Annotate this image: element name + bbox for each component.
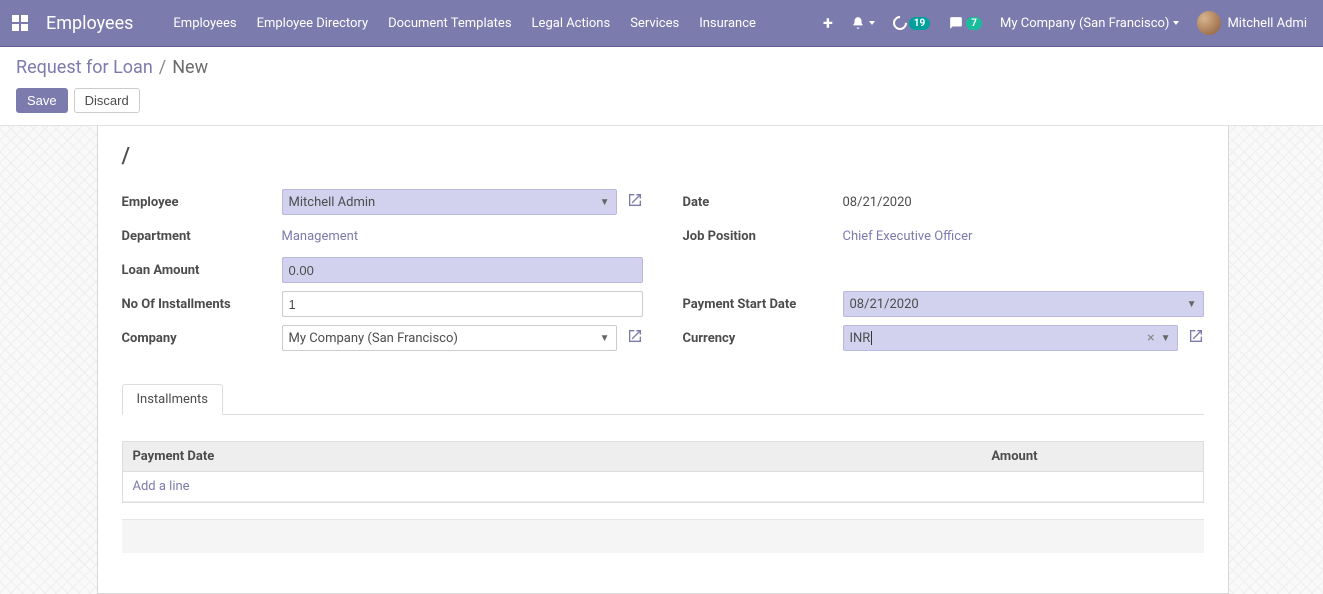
company-switcher[interactable]: My Company (San Francisco) xyxy=(1000,16,1179,31)
loan-amount-field[interactable] xyxy=(282,257,643,283)
breadcrumb: Request for Loan / New xyxy=(16,57,1307,78)
nav-item-document-templates[interactable]: Document Templates xyxy=(388,16,511,31)
col-handle xyxy=(1048,442,1203,472)
clear-icon[interactable]: × xyxy=(1147,330,1154,346)
breadcrumb-separator: / xyxy=(159,57,166,78)
department-label: Department xyxy=(122,229,282,244)
company-label: Company xyxy=(122,331,282,346)
form-sheet-bg: / Employee Mitchell Admin ▼ xyxy=(0,126,1323,594)
col-amount[interactable]: Amount xyxy=(588,442,1048,472)
add-line-button[interactable]: Add a line xyxy=(133,479,190,494)
nav-menu: Employees Employee Directory Document Te… xyxy=(173,16,823,31)
employee-external-link-icon[interactable] xyxy=(627,192,643,212)
company-field[interactable]: My Company (San Francisco) ▼ xyxy=(282,325,617,351)
discard-button[interactable]: Discard xyxy=(74,88,140,113)
table-row: Add a line xyxy=(123,472,1203,502)
installments-table: Payment Date Amount Add a line xyxy=(122,441,1204,503)
nav-item-services[interactable]: Services xyxy=(630,16,679,31)
nav-item-insurance[interactable]: Insurance xyxy=(699,16,756,31)
chevron-down-icon: ▼ xyxy=(1161,333,1171,344)
save-button[interactable]: Save xyxy=(16,88,68,113)
currency-field[interactable]: INR × ▼ xyxy=(843,325,1178,351)
company-external-link-icon[interactable] xyxy=(627,328,643,348)
installments-label: No Of Installments xyxy=(122,297,282,312)
payment-start-date-label: Payment Start Date xyxy=(683,297,843,312)
chevron-down-icon: ▼ xyxy=(600,197,610,208)
job-position-label: Job Position xyxy=(683,229,843,244)
company-value: My Company (San Francisco) xyxy=(289,331,458,346)
payment-start-date-value: 08/21/2020 xyxy=(850,297,919,312)
tab-installments[interactable]: Installments xyxy=(122,384,224,415)
breadcrumb-current: New xyxy=(172,57,208,78)
form-sheet: / Employee Mitchell Admin ▼ xyxy=(97,126,1229,594)
notebook-tabs: Installments xyxy=(122,383,1204,415)
chevron-down-icon: ▼ xyxy=(1187,299,1197,310)
user-name: Mitchell Admi xyxy=(1227,16,1307,31)
activities-badge: 19 xyxy=(909,17,930,30)
apps-icon[interactable] xyxy=(12,15,28,31)
record-title: / xyxy=(122,144,1204,169)
chevron-down-icon: ▼ xyxy=(600,333,610,344)
top-navbar: Employees Employees Employee Directory D… xyxy=(0,0,1323,46)
app-brand[interactable]: Employees xyxy=(46,13,133,34)
avatar xyxy=(1197,11,1221,35)
discuss-icon[interactable]: 7 xyxy=(948,16,982,30)
nav-item-employee-directory[interactable]: Employee Directory xyxy=(257,16,369,31)
col-payment-date[interactable]: Payment Date xyxy=(123,442,588,472)
currency-external-link-icon[interactable] xyxy=(1188,328,1204,348)
department-value[interactable]: Management xyxy=(282,229,359,244)
sheet-footer xyxy=(122,519,1204,553)
currency-label: Currency xyxy=(683,331,843,346)
date-label: Date xyxy=(683,195,843,210)
discuss-badge: 7 xyxy=(966,17,982,30)
notifications-icon[interactable] xyxy=(851,16,875,30)
employee-label: Employee xyxy=(122,195,282,210)
job-position-value[interactable]: Chief Executive Officer xyxy=(843,229,973,244)
nav-item-employees[interactable]: Employees xyxy=(173,16,236,31)
user-menu[interactable]: Mitchell Admi xyxy=(1197,11,1307,35)
nav-item-legal-actions[interactable]: Legal Actions xyxy=(532,16,611,31)
employee-field[interactable]: Mitchell Admin ▼ xyxy=(282,189,617,215)
currency-value: INR xyxy=(850,331,1148,346)
nav-right: + 19 7 My Company (San Francisco) Mitche… xyxy=(823,11,1307,35)
employee-value: Mitchell Admin xyxy=(289,195,376,210)
control-panel: Request for Loan / New Save Discard xyxy=(0,47,1323,126)
payment-start-date-field[interactable]: 08/21/2020 ▼ xyxy=(843,291,1204,317)
installments-field[interactable] xyxy=(282,291,643,317)
breadcrumb-root[interactable]: Request for Loan xyxy=(16,57,153,78)
activities-icon[interactable]: 19 xyxy=(893,16,930,30)
loan-amount-label: Loan Amount xyxy=(122,263,282,278)
quick-create-icon[interactable]: + xyxy=(823,13,833,34)
date-value: 08/21/2020 xyxy=(843,195,912,210)
